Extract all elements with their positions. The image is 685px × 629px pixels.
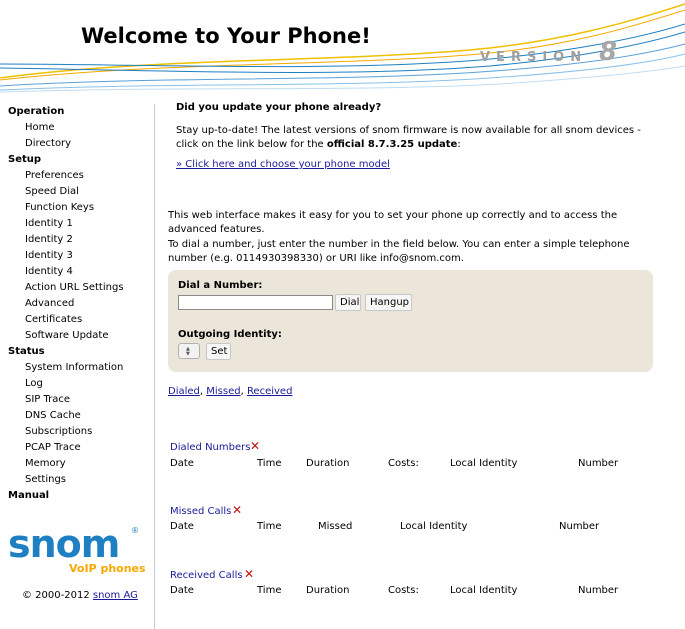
sidebar-divider: [154, 104, 155, 629]
sidebar-item-software-update[interactable]: Software Update: [0, 328, 152, 344]
column-header: Date: [170, 521, 194, 532]
sidebar-section-status[interactable]: Status: [0, 344, 152, 360]
column-header: Local Identity: [400, 521, 468, 532]
sidebar-item-advanced[interactable]: Advanced: [0, 296, 152, 312]
copyright-text: © 2000-2012: [22, 590, 93, 601]
page-title: Welcome to Your Phone!: [81, 24, 371, 48]
sidebar-section-operation[interactable]: Operation: [0, 104, 152, 120]
dial-panel: Dial a Number: Dial Hangup Outgoing Iden…: [168, 270, 653, 372]
hangup-button[interactable]: Hangup: [365, 294, 412, 311]
update-link[interactable]: » Click here and choose your phone model: [176, 159, 390, 170]
column-header: Date: [170, 458, 194, 469]
sidebar-item-sip-trace[interactable]: SIP Trace: [0, 392, 152, 408]
logo-wordmark: snom: [8, 522, 120, 566]
sidebar-item-identity-2[interactable]: Identity 2: [0, 232, 152, 248]
column-header: Number: [559, 521, 600, 532]
close-icon[interactable]: ✕: [244, 568, 254, 580]
dial-number-label: Dial a Number:: [178, 280, 263, 291]
column-header: Duration: [306, 585, 350, 596]
sidebar-item-log[interactable]: Log: [0, 376, 152, 392]
outgoing-identity-label: Outgoing Identity:: [178, 329, 282, 340]
sidebar-item-pcap-trace[interactable]: PCAP Trace: [0, 440, 152, 456]
call-list-links: Dialed, Missed, Received: [168, 386, 292, 397]
sidebar-item-certificates[interactable]: Certificates: [0, 312, 152, 328]
set-identity-button[interactable]: Set: [206, 343, 231, 360]
received-calls-title: Received Calls: [170, 570, 243, 581]
copyright: © 2000-2012 snom AG: [22, 590, 138, 601]
update-text-suffix: :: [457, 139, 461, 150]
sidebar-item-subscriptions[interactable]: Subscriptions: [0, 424, 152, 440]
logo-subtitle: VoIP phones: [69, 562, 146, 575]
column-header: Costs:: [388, 585, 419, 596]
column-header: Time: [257, 521, 282, 532]
sidebar-section-manual[interactable]: Manual: [0, 488, 152, 504]
sidebar-item-settings[interactable]: Settings: [0, 472, 152, 488]
sidebar-item-dns-cache[interactable]: DNS Cache: [0, 408, 152, 424]
sidebar-item-directory[interactable]: Directory: [0, 136, 152, 152]
version-label: VERSION: [480, 50, 588, 65]
column-header: Missed: [318, 521, 353, 532]
column-header: Local Identity: [450, 585, 518, 596]
missed-link[interactable]: Missed: [206, 386, 240, 397]
sidebar-item-system-information[interactable]: System Information: [0, 360, 152, 376]
sidebar-item-preferences[interactable]: Preferences: [0, 168, 152, 184]
snom-logo: snom ® VoIP phones: [8, 524, 148, 580]
sidebar-section-setup[interactable]: Setup: [0, 152, 152, 168]
update-heading: Did you update your phone already?: [176, 102, 382, 113]
version-number: 8: [599, 37, 618, 67]
column-header: Time: [257, 458, 282, 469]
close-icon[interactable]: ✕: [250, 440, 260, 452]
sidebar-item-identity-1[interactable]: Identity 1: [0, 216, 152, 232]
column-header: Local Identity: [450, 458, 518, 469]
column-header: Duration: [306, 458, 350, 469]
sidebar-nav: Operation Home Directory Setup Preferences Sp…: [0, 104, 152, 504]
dial-button[interactable]: Dial: [335, 294, 361, 311]
close-icon[interactable]: ✕: [232, 504, 242, 516]
sidebar-item-home[interactable]: Home: [0, 120, 152, 136]
dial-number-input[interactable]: [178, 295, 333, 310]
sidebar-item-memory[interactable]: Memory: [0, 456, 152, 472]
snom-ag-link[interactable]: snom AG: [93, 590, 138, 601]
page-header: Welcome to Your Phone! VERSION 8: [0, 0, 685, 95]
column-header: Number: [578, 585, 619, 596]
dialed-link[interactable]: Dialed: [168, 386, 200, 397]
intro-line-1: This web interface makes it easy for you…: [168, 210, 618, 235]
dialed-numbers-title: Dialed Numbers: [170, 442, 251, 453]
sidebar-item-identity-4[interactable]: Identity 4: [0, 264, 152, 280]
sidebar-item-speed-dial[interactable]: Speed Dial: [0, 184, 152, 200]
column-header: Number: [578, 458, 619, 469]
update-version-bold: official 8.7.3.25 update: [326, 139, 458, 150]
sidebar-item-function-keys[interactable]: Function Keys: [0, 200, 152, 216]
sidebar-item-action-url-settings[interactable]: Action URL Settings: [0, 280, 152, 296]
intro-line-2: To dial a number, just enter the number …: [168, 239, 630, 264]
received-link[interactable]: Received: [247, 386, 293, 397]
sidebar-item-identity-3[interactable]: Identity 3: [0, 248, 152, 264]
intro-text: This web interface makes it easy for you…: [168, 209, 638, 267]
missed-calls-title: Missed Calls: [170, 506, 232, 517]
spinner-down-icon: ▼: [186, 351, 190, 357]
column-header: Costs:: [388, 458, 419, 469]
column-header: Time: [257, 585, 282, 596]
column-header: Date: [170, 585, 194, 596]
logo-registered-mark: ®: [131, 526, 139, 535]
outgoing-identity-select[interactable]: ▲ ▼: [178, 343, 200, 359]
update-text: Stay up-to-date! The latest versions of …: [176, 124, 646, 152]
